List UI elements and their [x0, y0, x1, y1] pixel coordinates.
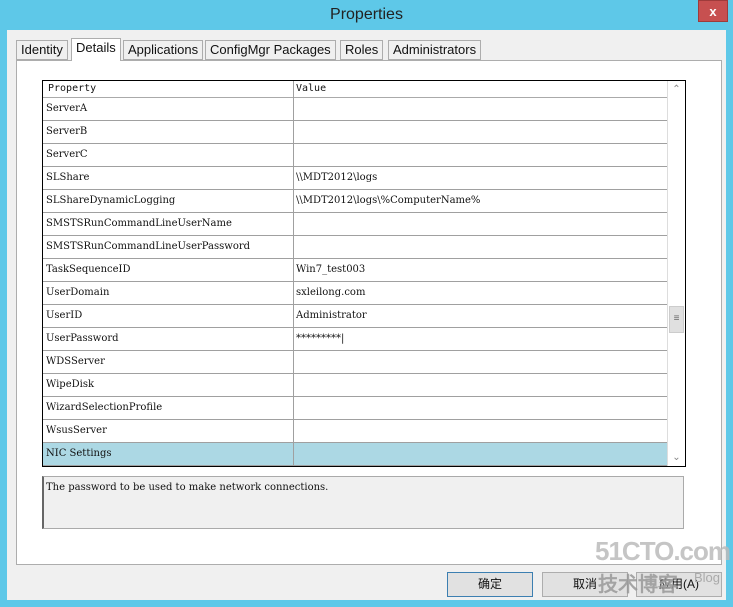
header-property[interactable]: Property: [48, 81, 96, 97]
property-name: SLShareDynamicLogging: [46, 195, 176, 206]
description-box: The password to be used to make network …: [42, 476, 684, 529]
property-name: ServerA: [46, 103, 88, 114]
ok-button[interactable]: 确定: [447, 572, 533, 597]
table-row[interactable]: WipeDisk: [43, 374, 667, 397]
property-value[interactable]: *********|: [296, 328, 344, 350]
property-name: SMSTSRunCommandLineUserName: [46, 218, 232, 229]
grid-header: Property Value: [43, 81, 667, 98]
property-name: NIC Settings: [46, 448, 112, 459]
property-name: SLShare: [46, 172, 90, 183]
window-title: Properties: [330, 6, 403, 23]
property-name: UserPassword: [46, 333, 119, 344]
watermark-logo: 51CTO.com: [595, 536, 731, 566]
watermark-blog: Blog: [694, 570, 721, 585]
property-value[interactable]: Win7_test003: [296, 259, 365, 281]
table-row[interactable]: UserID Administrator: [43, 305, 667, 328]
table-row[interactable]: SMSTSRunCommandLineUserPassword: [43, 236, 667, 259]
table-row[interactable]: WDSServer: [43, 351, 667, 374]
property-grid: Property Value ServerA ServerB ServerC SLSh…: [42, 80, 686, 467]
property-name: UserID: [46, 310, 83, 321]
table-row[interactable]: WsusServer: [43, 420, 667, 443]
table-row[interactable]: SLShareDynamicLogging \\MDT2012\logs\%Com…: [43, 190, 667, 213]
tab-administrators[interactable]: Administrators: [388, 40, 482, 60]
property-name: WizardSelectionProfile: [46, 402, 163, 413]
header-value[interactable]: Value: [296, 81, 326, 97]
scroll-up-icon[interactable]: ⌃: [668, 81, 685, 98]
vertical-scrollbar[interactable]: ⌃ ≡ ⌄: [667, 81, 685, 466]
table-row[interactable]: SMSTSRunCommandLineUserName: [43, 213, 667, 236]
property-value[interactable]: \\MDT2012\logs\%ComputerName%: [296, 190, 480, 212]
property-value[interactable]: Administrator: [296, 305, 367, 327]
table-row[interactable]: SLShare \\MDT2012\logs: [43, 167, 667, 190]
property-value[interactable]: sxleilong.com: [296, 282, 365, 304]
property-name: WsusServer: [46, 425, 107, 436]
scroll-thumb[interactable]: ≡: [669, 306, 684, 333]
property-value[interactable]: \\MDT2012\logs: [296, 167, 377, 189]
property-name: SMSTSRunCommandLineUserPassword: [46, 241, 251, 252]
table-row[interactable]: UserDomain sxleilong.com: [43, 282, 667, 305]
property-name: WDSServer: [46, 356, 105, 367]
table-row[interactable]: UserPassword *********|: [43, 328, 667, 351]
tab-identity[interactable]: Identity: [16, 40, 68, 60]
tab-applications[interactable]: Applications: [123, 40, 204, 60]
property-name: ServerB: [46, 126, 88, 137]
table-row[interactable]: ServerB: [43, 121, 667, 144]
property-name: TaskSequenceID: [46, 264, 131, 275]
table-row[interactable]: NIC Settings: [43, 443, 667, 466]
property-name: WipeDisk: [46, 379, 95, 390]
table-row[interactable]: ServerC: [43, 144, 667, 167]
tab-configmgr-packages[interactable]: ConfigMgr Packages: [205, 40, 336, 60]
table-row[interactable]: ServerA: [43, 98, 667, 121]
column-divider: [293, 81, 294, 466]
tab-roles[interactable]: Roles: [340, 40, 384, 60]
property-name: ServerC: [46, 149, 88, 160]
table-row[interactable]: TaskSequenceID Win7_test003: [43, 259, 667, 282]
scroll-down-icon[interactable]: ⌄: [668, 449, 685, 466]
table-row[interactable]: WizardSelectionProfile: [43, 397, 667, 420]
close-button[interactable]: x: [698, 0, 728, 22]
property-name: UserDomain: [46, 287, 110, 298]
watermark-text: 技术博客: [598, 574, 678, 596]
tab-details[interactable]: Details: [71, 38, 121, 61]
